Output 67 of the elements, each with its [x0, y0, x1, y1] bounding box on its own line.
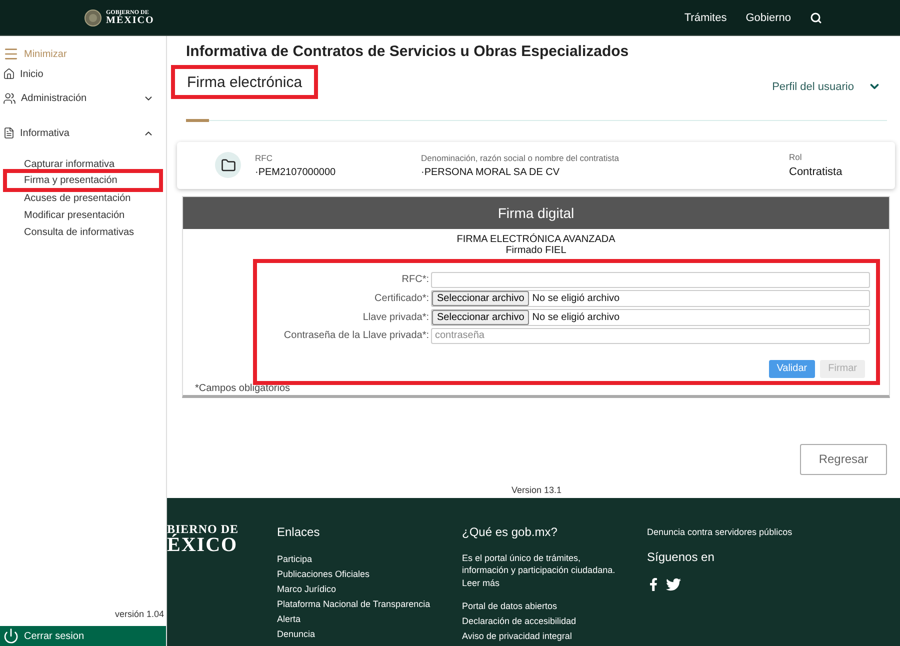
version-text: versión 1.04: [114, 609, 164, 619]
field-label: Contraseña de la Llave privada*:: [282, 330, 430, 342]
field-value: Contratista: [789, 166, 844, 178]
facebook-icon[interactable]: [647, 578, 660, 591]
footer-link[interactable]: Marco Jurídico: [277, 582, 462, 597]
logo-text: ÉXICO: [167, 535, 239, 555]
submenu-link[interactable]: Modificar presentación: [24, 210, 125, 221]
document-icon: [3, 127, 15, 139]
nav-link[interactable]: Trámites: [684, 12, 727, 24]
footer-link[interactable]: Declaración de accesibilidad: [462, 614, 647, 629]
page-title: Informativa de Contratos de Servicios u Obras Especializados: [186, 42, 630, 62]
submenu-link[interactable]: Acuses de presentación: [24, 193, 131, 204]
footer-link[interactable]: Alerta: [277, 612, 462, 627]
file-select-button[interactable]: Seleccionar archivo: [432, 310, 530, 325]
submenu-link[interactable]: Firma y presentación: [24, 175, 118, 186]
folder-icon: [215, 152, 241, 178]
field-value: ·PERSONA MORAL SA DE CV: [421, 166, 561, 178]
footer-heading: ¿Qué es gob.mx?: [462, 525, 558, 539]
field-label: RFC*:: [400, 274, 430, 286]
sidebar-item[interactable]: Inicio: [3, 68, 166, 80]
file-name-text: No se eligió archivo: [532, 292, 620, 304]
field-label: Llave privada*:: [362, 312, 430, 323]
logout-button[interactable]: Cerrar sesion: [0, 626, 166, 646]
footer-link[interactable]: Plataforma Nacional de Transparencia: [277, 597, 462, 612]
panel-title: Firma digital: [498, 204, 574, 221]
field-label: Rol: [789, 152, 803, 162]
nav-link[interactable]: Gobierno: [746, 12, 791, 24]
home-icon: [3, 68, 15, 80]
power-icon: [3, 628, 19, 644]
back-button[interactable]: Regresar: [800, 444, 887, 475]
footer-link[interactable]: Aviso de privacidad integral: [462, 629, 647, 644]
footer-link[interactable]: Participa: [277, 552, 462, 567]
footer-link[interactable]: Denuncia contra servidores públicos: [647, 525, 900, 540]
search-icon[interactable]: [810, 12, 822, 24]
field-value: ·PEM2107000000: [255, 166, 337, 178]
footer-link[interactable]: Portal de datos abiertos: [462, 599, 647, 614]
footer-heading: Enlaces: [277, 525, 321, 539]
sidebar-item[interactable]: Administración: [3, 92, 166, 105]
heading-text: Firmado FIEL: [504, 244, 568, 256]
input-field[interactable]: [431, 272, 870, 288]
profile-dropdown[interactable]: Perfil del usuario: [766, 79, 887, 94]
submenu-link[interactable]: Consulta de informativas: [24, 227, 134, 238]
file-select-button[interactable]: Seleccionar archivo: [432, 290, 530, 306]
footer-link[interactable]: Leer más: [462, 576, 647, 591]
submenu-link[interactable]: Capturar informativa: [24, 159, 115, 170]
emblem-icon: [84, 8, 102, 26]
field-label: Denominación, razón social o nombre del contratista: [421, 152, 620, 163]
file-field[interactable]: Seleccionar archivo No se eligió archivo: [431, 308, 870, 326]
people-icon: [3, 92, 16, 105]
menu-icon: [3, 46, 19, 62]
sidebar-item[interactable]: Informativa: [3, 127, 166, 139]
footer-link[interactable]: Publicaciones Oficiales: [277, 567, 462, 582]
section-title: Firma electrónica: [171, 65, 318, 99]
file-field[interactable]: Seleccionar archivo No se eligió archivo: [431, 290, 870, 307]
version-text: Version 13.1: [511, 485, 562, 495]
footer-heading: Síguenos en: [647, 550, 716, 564]
bird-icon[interactable]: [666, 577, 681, 592]
logo-text: MÉXICO: [106, 16, 154, 26]
logo-text: BIERNO DE: [167, 523, 240, 535]
field-label: Certificado*:: [374, 292, 430, 304]
heading-text: FIRMA ELECTRÓNICA AVANZADA: [456, 234, 616, 245]
field-label: RFC: [255, 152, 274, 163]
footer-text: Es el portal único de trámites, información y participación ciudadana.: [462, 552, 616, 576]
footer-link[interactable]: Denuncia: [277, 627, 462, 642]
password-field[interactable]: contraseña: [431, 328, 870, 344]
required-note: *Campos obligatorios: [195, 382, 290, 394]
file-name-text: No se eligió archivo: [532, 312, 620, 323]
